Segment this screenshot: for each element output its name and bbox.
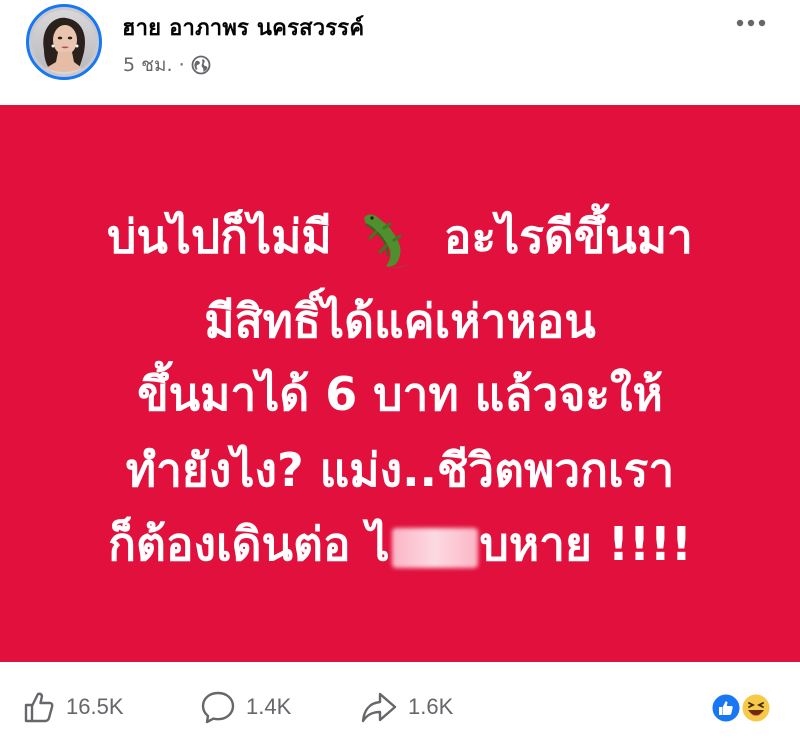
haha-reaction-icon (740, 692, 772, 724)
line-1-part-b: อะไรดีขึ้นมา (443, 209, 693, 264)
image-text-line-2: มีสิทธิ์ได้แค่เห่าหอน (204, 294, 596, 348)
post-actions: 16.5K 1.4K 1.6K (0, 662, 800, 738)
comment-icon (201, 691, 235, 724)
post-header: ฮาย อาภาพร นครสวรรค์ 5 ชม. · (0, 0, 800, 105)
post-image[interactable]: บ่นไปก็ไม่มี อะไรดีขึ้นมา มีสิทธิ์ได้แค่… (0, 105, 800, 662)
image-text-line-5: ก็ต้องเดินต่อ ไบหาย !!!! (0, 521, 800, 568)
censored-text-blur (391, 527, 478, 568)
more-horizontal-icon[interactable] (736, 16, 766, 30)
line-1-part-a: บ่นไปก็ไม่มี (107, 209, 332, 264)
image-text-line-3: ขึ้นมาได้ 6 บาท แล้วจะให้ (137, 367, 663, 421)
facebook-post: ฮาย อาภาพร นครสวรรค์ 5 ชม. · บ่นไปก็ไม่ม… (0, 0, 800, 738)
like-count: 16.5K (66, 694, 124, 719)
reaction-summary[interactable] (710, 692, 774, 724)
share-button[interactable]: 1.6K (360, 690, 453, 724)
comment-count: 1.4K (246, 694, 292, 719)
share-count: 1.6K (408, 694, 454, 719)
like-reaction-icon (710, 692, 742, 724)
post-meta: 5 ชม. · (123, 50, 211, 80)
crocodile-icon (363, 214, 410, 268)
avatar-photo (32, 10, 96, 74)
image-text-line-4: ทำยังไง? แม่ง..ชีวิตพวกเรา (125, 443, 675, 497)
author-avatar[interactable] (26, 4, 102, 80)
meta-separator: · (178, 54, 185, 76)
post-time[interactable]: 5 ชม. (123, 50, 173, 80)
image-text-line-1: บ่นไปก็ไม่มี อะไรดีขึ้นมา (0, 208, 800, 272)
line-5-part-b: บหาย !!!! (479, 517, 692, 571)
line-5-part-a: ก็ต้องเดินต่อ ไ (108, 517, 390, 571)
globe-icon[interactable] (191, 55, 211, 75)
comment-button[interactable]: 1.4K (200, 690, 291, 724)
like-button[interactable]: 16.5K (22, 690, 124, 724)
share-icon (361, 692, 397, 723)
thumbs-up-icon (24, 692, 54, 723)
author-name[interactable]: ฮาย อาภาพร นครสวรรค์ (122, 10, 364, 45)
